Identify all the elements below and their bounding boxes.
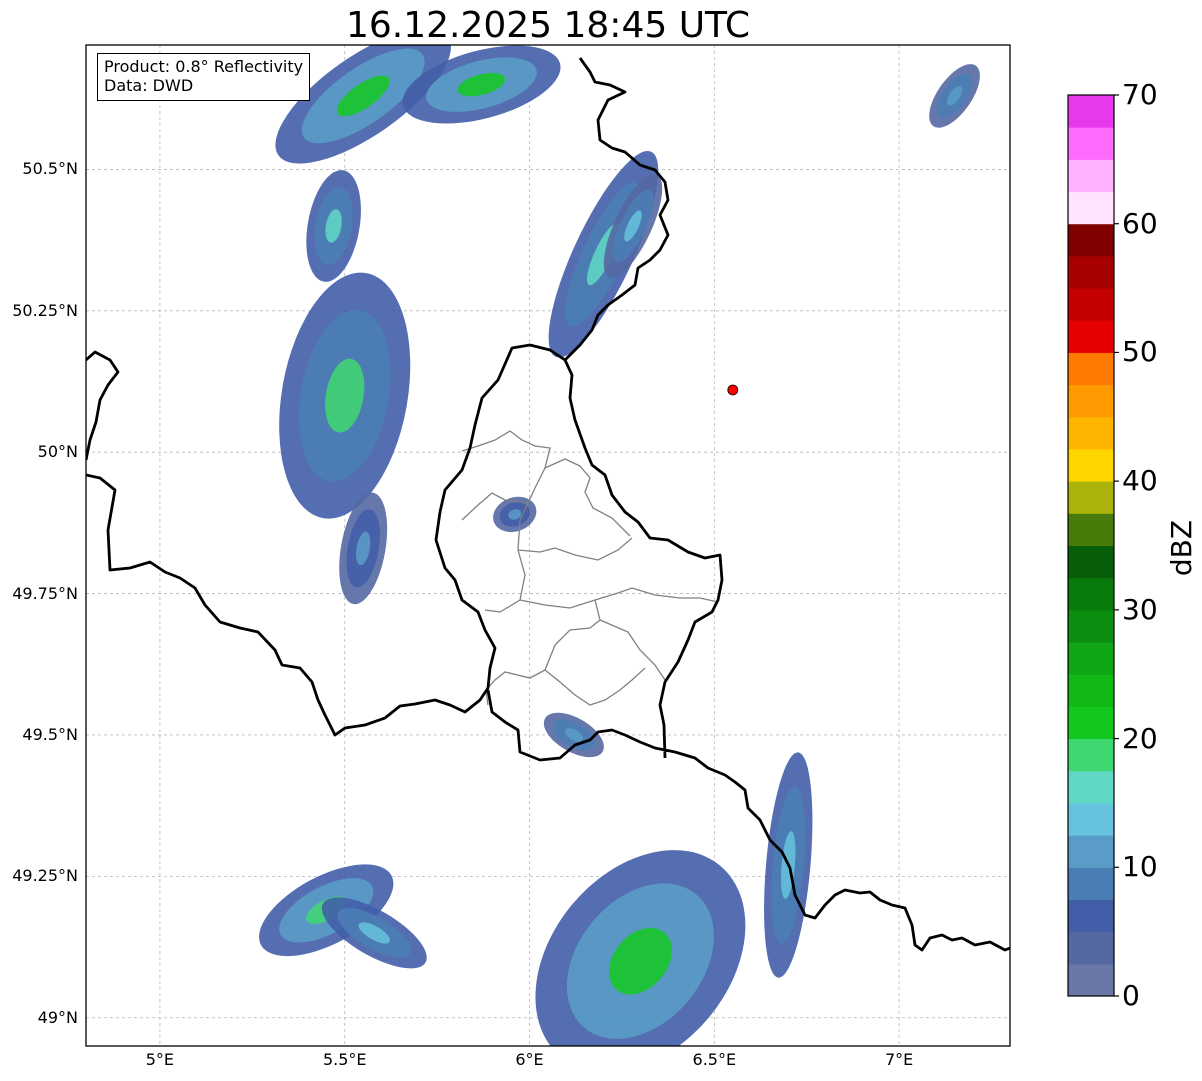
colorbar-segment	[1068, 481, 1114, 514]
echo-cell	[493, 496, 537, 533]
national-borders	[86, 57, 1010, 952]
colorbar-tick-label: 70	[1122, 78, 1158, 111]
colorbar-segment	[1068, 95, 1114, 128]
lon-tick-label: 5°E	[145, 1050, 175, 1069]
colorbar-segment	[1068, 127, 1114, 160]
borders	[86, 57, 1010, 952]
colorbar-segment	[1068, 352, 1114, 386]
lon-tick-label: 6.5°E	[692, 1050, 737, 1069]
colorbar	[1067, 94, 1119, 997]
lon-tick-label: 5.5°E	[322, 1050, 367, 1069]
reflectivity-echoes	[259, 45, 980, 1046]
colorbar-tick-label: 30	[1122, 592, 1158, 626]
colorbar-segment	[1068, 191, 1114, 225]
radar-map	[85, 44, 1119, 1047]
radar-site-marker	[727, 384, 739, 396]
colorbar-tick-label: 40	[1122, 464, 1158, 498]
colorbar-segment	[1068, 448, 1114, 482]
site-marker	[727, 384, 739, 396]
colorbar-segment	[1068, 770, 1114, 804]
lon-tick-label: 7°E	[884, 1050, 914, 1069]
colorbar-segment	[1068, 288, 1114, 321]
colorbar-segment	[1068, 931, 1114, 965]
lat-tick-label: 49.75°N	[12, 583, 78, 603]
lat-tick-label: 50.25°N	[12, 300, 78, 320]
colorbar-tick-label: 60	[1122, 206, 1158, 240]
echo-cell	[535, 850, 746, 1046]
colorbar-segment	[1068, 642, 1114, 675]
lat-tick-label: 49°N	[37, 1007, 78, 1027]
colorbar-tick-label: 0	[1122, 979, 1140, 1012]
lat-tick-label: 49.25°N	[12, 866, 78, 886]
colorbar-segment	[1068, 159, 1114, 193]
colorbar-segment	[1068, 320, 1114, 353]
plot-frame	[85, 44, 1011, 1047]
colorbar-segment	[1068, 867, 1114, 900]
colorbar-tick-label: 10	[1122, 850, 1158, 884]
echo-cell	[306, 170, 361, 282]
lat-tick-label: 50.5°N	[22, 159, 78, 179]
echo-cell	[279, 272, 411, 519]
lon-tick-label: 6°E	[515, 1050, 544, 1069]
colorbar-segment	[1068, 513, 1114, 546]
echo-cell	[929, 64, 980, 128]
echo-cell	[543, 712, 604, 758]
gridlines	[86, 45, 1010, 1046]
colorbar-segment	[1068, 899, 1114, 933]
colorbar-segment	[1068, 223, 1114, 257]
colorbar-segment	[1068, 802, 1114, 836]
lat-tick-label: 49.5°N	[22, 724, 78, 744]
colorbar-segment	[1068, 545, 1114, 579]
colorbar-label: dBZ	[1165, 519, 1198, 577]
colorbar-segment	[1068, 963, 1114, 997]
canton-boundaries	[461, 430, 719, 706]
colorbar-segment	[1068, 706, 1114, 740]
colorbar-segment	[1068, 255, 1114, 289]
colorbar-segment	[1068, 577, 1114, 611]
source-text: Data: DWD	[104, 76, 194, 95]
colorbar-segment	[1068, 384, 1114, 418]
colorbar-tick-label: 50	[1122, 335, 1158, 369]
colorbar-segment	[1068, 835, 1114, 868]
colorbar-segment	[1068, 609, 1114, 643]
colorbar-segment	[1068, 738, 1114, 772]
product-legend: Product: 0.8° Reflectivity Data: DWD	[97, 53, 311, 101]
product-text: Product: 0.8° Reflectivity	[104, 57, 304, 76]
colorbar-tick-label: 20	[1122, 721, 1158, 755]
colorbar-segment	[1068, 416, 1114, 450]
lat-tick-label: 50°N	[37, 442, 78, 462]
colorbar-segment	[1068, 674, 1114, 707]
